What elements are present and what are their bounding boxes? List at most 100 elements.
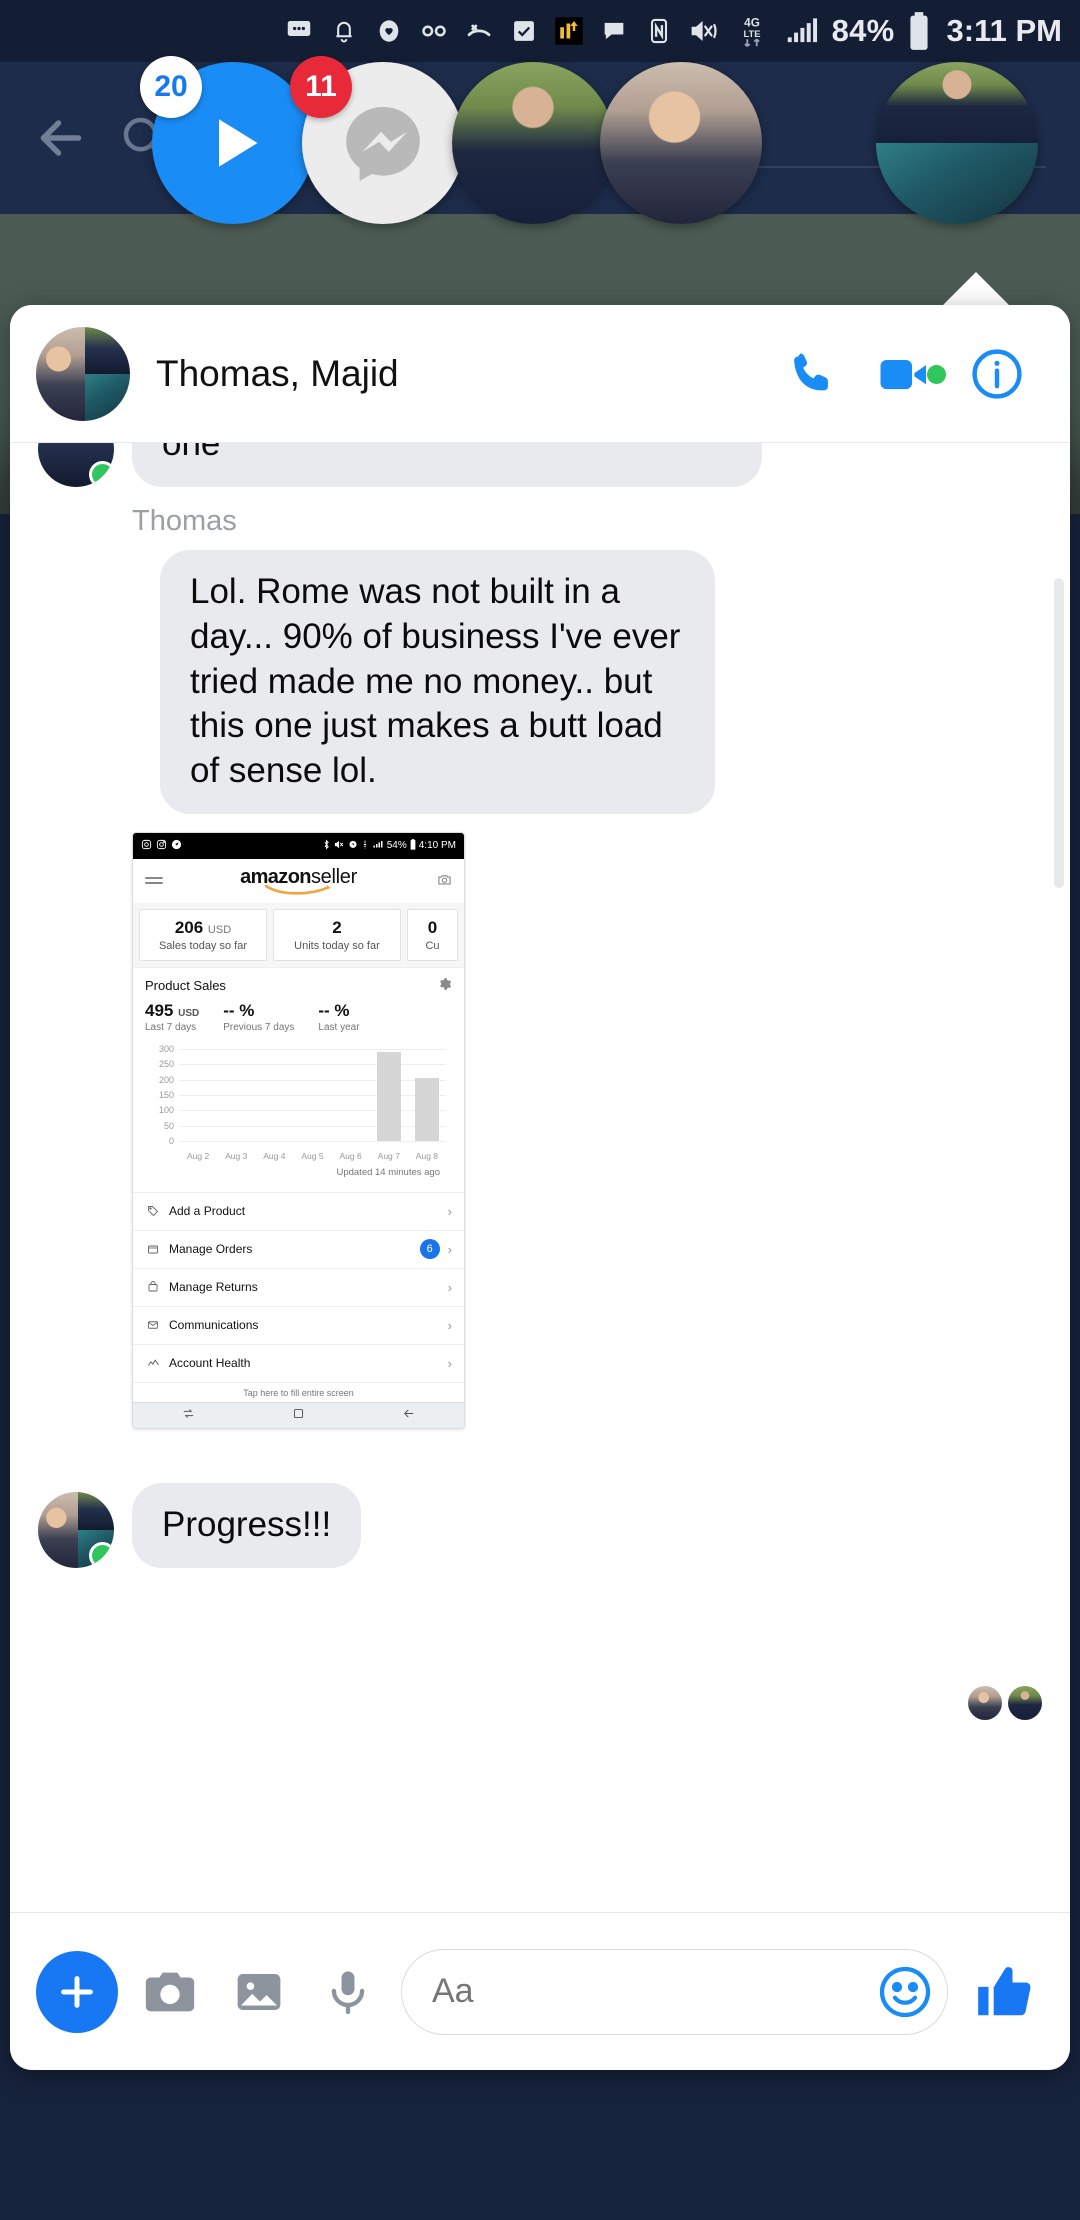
- thumbs-up-icon[interactable]: [964, 1952, 1044, 2032]
- kpi-row: 495 USD Last 7 days -- % Previous 7 days…: [145, 1001, 452, 1033]
- hamburger-menu-icon[interactable]: [145, 874, 163, 887]
- message-input-wrapper[interactable]: [401, 1948, 948, 2035]
- status-bar-clock: 3:11 PM: [946, 13, 1062, 48]
- chevron-right-icon: ›: [447, 1279, 452, 1295]
- message-row-clipped: one: [10, 443, 1070, 487]
- online-indicator: [89, 461, 114, 487]
- product-sales-chart: 0 50 100 150 200 250 300 Aug 2 Aug 3 Aug 4 Aug 5A…: [145, 1044, 452, 1165]
- chart-y-tick-label: 100: [158, 1105, 174, 1116]
- emoji-smiley-icon[interactable]: [875, 1962, 935, 2022]
- kpi: 495 USD Last 7 days: [145, 1001, 199, 1033]
- chart-updated-label: Updated 14 minutes ago: [336, 1166, 440, 1178]
- chat-head-group-active[interactable]: [876, 62, 1038, 224]
- metric-unit: USD: [207, 923, 232, 936]
- list-item-manage-returns[interactable]: Manage Returns ›: [133, 1267, 464, 1306]
- plus-circle-icon[interactable]: [36, 1950, 118, 2033]
- chart-bar-column: [370, 1049, 408, 1141]
- list-item-label: Add a Product: [169, 1204, 246, 1219]
- back-icon: [402, 1407, 415, 1423]
- list-item-manage-orders[interactable]: Manage Orders 6 ›: [133, 1229, 464, 1268]
- chart-x-axis: Aug 2 Aug 3 Aug 4 Aug 5 Aug 6 Aug 7 Aug 8: [179, 1151, 446, 1161]
- list-item-account-health[interactable]: Account Health ›: [133, 1343, 464, 1382]
- metric-card[interactable]: 2 Units today so far: [272, 908, 401, 961]
- gallery-icon[interactable]: [221, 1950, 296, 2034]
- amazon-seller-logo: amazonseller: [133, 866, 464, 896]
- metric-value: 206: [174, 917, 204, 937]
- nfc-icon: [642, 14, 676, 48]
- message-bubble-clipped[interactable]: one: [132, 443, 762, 487]
- chart-bar: [376, 1052, 401, 1141]
- kpi-value: -- %: [223, 1000, 255, 1020]
- attachment-screenshot-amazon-seller[interactable]: 54% 4:10 PM amazonseller 206 USD Sales t…: [132, 831, 465, 1429]
- chart-gridline: [179, 1140, 446, 1142]
- list-item-label: Communications: [169, 1318, 259, 1333]
- kpi-label: Last 7 days: [145, 1021, 197, 1033]
- chart-bar: [415, 1078, 439, 1141]
- kpi-label: Last year: [318, 1021, 360, 1033]
- voicemail-icon: [417, 14, 451, 48]
- chat-head-messenger[interactable]: 11: [290, 56, 464, 224]
- message-composer: [10, 1912, 1070, 2070]
- metric-card[interactable]: 206 USD Sales today so far: [139, 908, 267, 961]
- message-bubble[interactable]: Lol. Rome was not built in a day... 90% …: [160, 550, 715, 814]
- list-item-communications[interactable]: Communications ›: [133, 1305, 464, 1344]
- logo-seller-text: seller: [310, 866, 357, 889]
- gear-icon[interactable]: [438, 977, 452, 994]
- logo-amazon-text: amazon: [240, 866, 311, 889]
- chat-head-majid[interactable]: [452, 62, 614, 224]
- battery-icon: [410, 839, 416, 853]
- chat-head-badge-11: 11: [290, 56, 352, 118]
- info-circle-icon[interactable]: [958, 335, 1036, 413]
- video-camera-icon[interactable]: [866, 335, 946, 413]
- metric-card[interactable]: 0 Cu: [406, 908, 458, 961]
- sender-name-label: Thomas: [132, 505, 237, 537]
- missed-call-icon: [462, 14, 496, 48]
- metrics-row: 206 USD Sales today so far 2 Units today…: [133, 902, 464, 967]
- microphone-icon[interactable]: [310, 1950, 385, 2034]
- message-thread[interactable]: one Thomas Lol. Rome was not built in a …: [10, 443, 1070, 1912]
- page-title: Thomas, Majid: [156, 352, 399, 394]
- message-bubble-reply[interactable]: Progress!!!: [132, 1482, 362, 1568]
- message-row-reply: Progress!!!: [10, 1482, 1070, 1568]
- chevron-right-icon: ›: [447, 1241, 452, 1257]
- return-box-icon: [145, 1281, 161, 1293]
- camera-icon[interactable]: [437, 872, 452, 890]
- chart-bar-column: [217, 1049, 255, 1141]
- list-item-add-product[interactable]: Add a Product ›: [133, 1191, 464, 1230]
- back-arrow-icon[interactable]: [24, 101, 98, 175]
- avatar[interactable]: [36, 326, 130, 421]
- screenshot-battery-percent: 54%: [386, 840, 407, 852]
- phone-icon[interactable]: [774, 335, 852, 413]
- online-indicator: [89, 1541, 114, 1568]
- battery-icon: [906, 12, 932, 50]
- kpi-value: -- %: [318, 1000, 350, 1020]
- chart-y-tick-label: 150: [158, 1089, 174, 1100]
- home-icon: [292, 1407, 305, 1423]
- avatar[interactable]: [38, 1491, 114, 1568]
- amazon-app-bar: amazonseller: [133, 858, 464, 903]
- message-input[interactable]: [432, 1972, 875, 2011]
- chart-bar-column: [179, 1049, 217, 1141]
- recents-icon: [182, 1407, 195, 1423]
- video-active-indicator: [927, 364, 946, 384]
- android-status-bar: 4G LTE 84% 3:11 PM: [0, 0, 1080, 62]
- messenger-dots-icon: [282, 14, 316, 48]
- screenshot-status-bar: 54% 4:10 PM: [133, 832, 464, 859]
- kpi-value: 495: [145, 1000, 174, 1020]
- list-item-label: Account Health: [169, 1356, 251, 1371]
- kpi-label: Previous 7 days: [223, 1021, 295, 1033]
- card-title: Product Sales: [145, 977, 226, 993]
- tap-to-expand-hint[interactable]: Tap here to fill entire screen: [133, 1381, 464, 1402]
- camera-app-icon: [141, 839, 152, 853]
- avatar[interactable]: [38, 443, 114, 487]
- seen-avatar: [1008, 1685, 1042, 1720]
- metric-value: 0: [427, 917, 438, 937]
- vpn-key-icon: [361, 839, 369, 853]
- chart-plot-area: 0 50 100 150 200 250 300: [159, 1044, 446, 1146]
- chat-head-thomas[interactable]: [600, 62, 762, 224]
- mail-icon: [145, 1319, 161, 1331]
- screenshot-clock: 4:10 PM: [418, 840, 456, 852]
- avatar: [452, 62, 614, 224]
- list-item-label: Manage Returns: [169, 1280, 258, 1295]
- camera-icon[interactable]: [132, 1950, 207, 2034]
